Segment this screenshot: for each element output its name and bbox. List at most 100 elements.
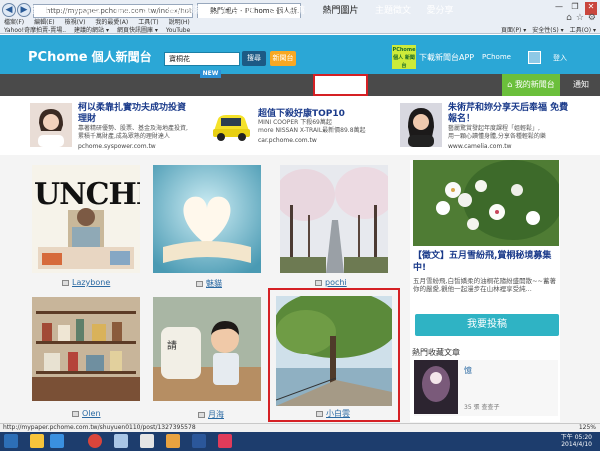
nav-doctor-blogs[interactable]: 醫師部落 [162,0,208,22]
author-name[interactable]: Olen [82,409,101,418]
nav-home[interactable]: 首頁 [24,0,56,22]
tung-blossom-image[interactable] [413,160,559,246]
nav-hot-images[interactable]: 熱門圖片 [315,0,366,22]
fav-article-item[interactable]: 憶 35 張 查查子 [414,360,558,416]
download-app-link[interactable]: 下載新聞台APP [419,52,474,63]
ad-2[interactable]: 超值下殺好康TOP10 MINI COOPER 下殺69萬起 more NISS… [210,100,388,155]
ad-person-photo [30,103,72,147]
campaign-title[interactable]: 【徵文】五月雪紛飛,賞桐秘境募集中! [413,250,559,274]
gallery-thumb-book-heart[interactable] [153,165,261,273]
child-photo-image: 請 [153,297,261,401]
minimize-button[interactable]: — [553,2,565,15]
ad-title[interactable]: 超值下殺好康TOP10 [258,106,345,119]
app-badge[interactable]: PChome 個人 新聞台 [392,45,416,69]
ad-3[interactable]: 朱術芹和妳分享天后奉福 免費 報名！ 藝麗驚賞發起年度課程「姐輕鬆」, 用一顆心… [394,100,572,155]
taskbar [0,432,600,451]
tools-menu[interactable]: 工具(O) ▾ [570,28,596,34]
fav-article-title[interactable]: 憶 [464,365,472,376]
news-station-button[interactable]: 新聞台 [270,51,296,66]
ad-url[interactable]: www.camelia.com.tw [448,143,512,150]
search-input[interactable]: 寶桐花 [164,52,240,66]
ad-title-line2[interactable]: 報名！ [448,111,475,124]
nav-expert[interactable]: 達人知識 [214,0,260,22]
nav-share[interactable]: 愛分享 [420,0,460,22]
camera-icon [316,411,323,417]
author-name[interactable]: 魅貓 [206,279,222,288]
gallery-thumb-child[interactable]: 請 [153,297,261,401]
book-heart-image [153,165,261,273]
gallery-thumb-shelf[interactable] [32,297,140,401]
menu-file[interactable]: 檔案(F) [4,19,24,27]
fav-article-meta: 35 張 查查子 [464,404,500,411]
command-bar: 頁面(P) ▾ 安全性(S) ▾ 工具(O) ▾ [501,28,596,34]
nav-topics[interactable]: 主題徵文 [370,0,416,22]
ad-url[interactable]: car.pchome.com.tw [258,137,317,144]
ad-1[interactable]: 柯以柔靠扎實功夫成功投資 理財 靠著精研優勢、股票、基金及海地產投資, 累積千萬… [28,100,206,155]
submit-post-button[interactable]: 我要投稿 [415,314,559,336]
fav-youtube[interactable]: YouTube [166,27,190,34]
ad-desc-line2: more NISSAN X-TRAIL最新價89.8萬起 [258,127,366,134]
ad-person-photo [400,103,442,147]
tung-blossom-photo [413,160,559,246]
ad-title-line2[interactable]: 理財 [78,111,96,124]
kitchen-shelf-image [32,297,140,401]
author-name[interactable]: 月海 [208,410,224,419]
active-tab-highlight [313,74,368,96]
notify-button[interactable]: 通知 [562,74,600,96]
login-link[interactable]: 登入 [553,53,567,63]
app-icon[interactable] [140,434,154,448]
ad-url[interactable]: pchome.syspower.com.tw [78,143,156,150]
avatar[interactable] [528,51,541,64]
site-logo[interactable]: PChome 個人新聞台 [28,48,152,65]
author-name[interactable]: 小白雲 [326,409,350,418]
gallery-label[interactable]: 魅貓 [196,278,222,289]
gallery-label[interactable]: Olen [72,409,101,418]
app-icon[interactable] [166,434,180,448]
chrome-icon[interactable] [88,434,102,448]
zoom-level[interactable]: 125% [579,424,596,431]
search-button[interactable]: 搜尋 [242,51,266,66]
clock-date: 2014/4/10 [561,441,592,448]
camera-icon [198,412,205,418]
back-button[interactable]: ◀ [2,3,16,17]
fav-suggested[interactable]: 建議的網站 ▾ [74,27,109,34]
author-name[interactable]: pochi [325,278,347,287]
clock-time: 下午 05:20 [560,434,592,441]
ie-icon[interactable] [50,434,64,448]
ad-desc-line2: 累積千萬財產,成為眾熟的理財達人 [78,133,170,140]
gallery-label[interactable]: 小白雲 [316,408,350,419]
nav-latest[interactable]: 最新文章 [110,0,156,22]
ad-desc: 藝麗驚賞發起年度課程「姐輕鬆」, [448,125,540,132]
ad-desc: MINI COOPER 下殺69萬起 [258,119,332,126]
gallery-label[interactable]: Lazybone [62,278,110,287]
nav-hot-articles[interactable]: 哈燒文章 [60,0,106,22]
app-icon[interactable] [114,434,128,448]
fav-yahoo[interactable]: Yahoo!奇摩拍賣-賣場.. [4,27,66,34]
safety-menu[interactable]: 安全性(S) ▾ [532,28,563,34]
car-photo [210,103,252,147]
ad-banner: 柯以柔靠扎實功夫成功投資 理財 靠著精研優勢、股票、基金及海地產投資, 累積千萬… [28,100,572,155]
gallery-thumb-cherry-road[interactable] [280,165,388,273]
start-icon[interactable] [4,434,18,448]
app-icon[interactable] [218,434,232,448]
logo-cn-text: 個人新聞台 [91,50,152,64]
clock[interactable]: 下午 05:20 2014/4/10 [561,434,592,448]
folder-icon[interactable] [30,434,44,448]
pchome-link[interactable]: PChome [482,53,511,61]
ad-desc: 靠著精研優勢、股票、基金及海地產投資, [78,125,188,132]
author-name[interactable]: Lazybone [72,278,110,287]
gallery-label[interactable]: 月海 [198,409,224,420]
campaign-text: 五月雪紛飛,白皙嬌柔的油桐花隨紛盛開散~~蓄著你的嚴愛,觀他一起漫步在山林裡享受… [413,277,556,293]
my-news-station-button[interactable]: ⌂ 我的新聞台 [502,74,560,96]
fav-webslice[interactable]: 網頁快訊圖庫 ▾ [117,27,158,34]
gallery-label[interactable]: pochi [315,278,347,287]
gallery-thumb-lunchbox[interactable]: UNCHBO [32,165,140,273]
fav-article-thumb [414,360,458,414]
status-bar: http://mypaper.pchome.com.tw/shuyuen0110… [0,423,600,432]
word-icon[interactable] [192,434,206,448]
nav-recommend[interactable]: 好台推薦 [264,0,310,22]
camera-icon [72,411,79,417]
camera-icon [315,280,322,286]
highlight-box [268,288,400,422]
page-menu[interactable]: 頁面(P) ▾ [501,28,526,34]
